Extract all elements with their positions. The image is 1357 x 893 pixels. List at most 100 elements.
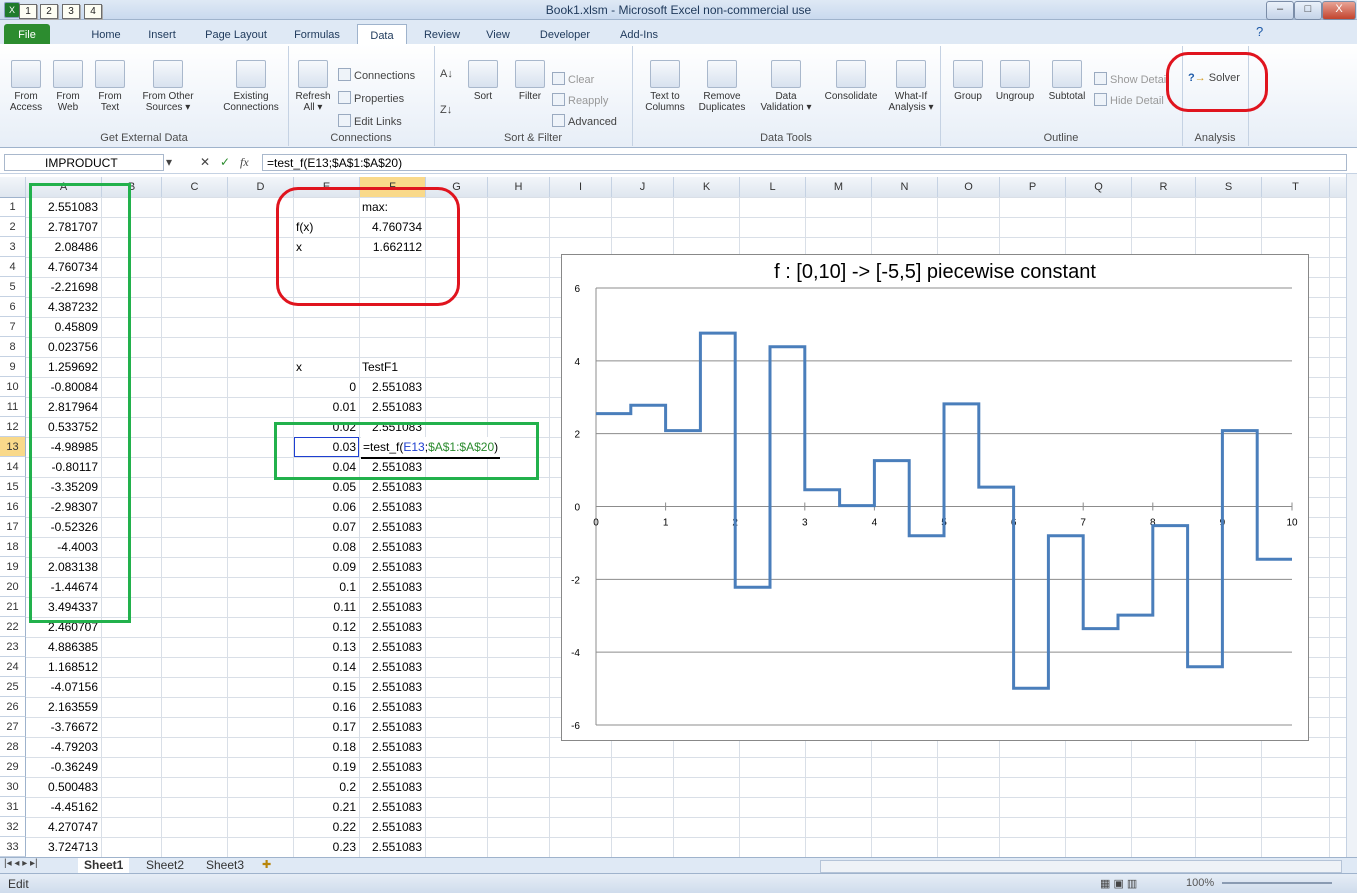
clear-button[interactable]: Clear <box>552 72 594 86</box>
cell-a27[interactable]: -3.76672 <box>28 717 98 737</box>
refresh-all-button[interactable]: Refresh All ▾ <box>292 60 334 113</box>
cell-f17[interactable]: 2.551083 <box>362 517 422 537</box>
row-header-24[interactable]: 24 <box>0 657 26 677</box>
column-header-j[interactable]: J <box>612 177 674 197</box>
column-header-p[interactable]: P <box>1000 177 1066 197</box>
cell-f26[interactable]: 2.551083 <box>362 697 422 717</box>
row-header-2[interactable]: 2 <box>0 217 26 237</box>
vertical-scrollbar[interactable] <box>1346 174 1357 857</box>
cell-f24[interactable]: 2.551083 <box>362 657 422 677</box>
column-header-s[interactable]: S <box>1196 177 1262 197</box>
text-to-columns-button[interactable]: Text to Columns <box>640 60 690 113</box>
existing-connections-button[interactable]: Existing Connections <box>218 60 284 113</box>
cell-e21[interactable]: 0.11 <box>296 597 356 617</box>
cell-a32[interactable]: 4.270747 <box>28 817 98 837</box>
from-other-sources-button[interactable]: From Other Sources ▾ <box>136 60 200 113</box>
cell-a28[interactable]: -4.79203 <box>28 737 98 757</box>
remove-duplicates-button[interactable]: Remove Duplicates <box>694 60 750 113</box>
row-header-26[interactable]: 26 <box>0 697 26 717</box>
column-header-o[interactable]: O <box>938 177 1000 197</box>
row-header-12[interactable]: 12 <box>0 417 26 437</box>
insert-function-icon[interactable]: fx <box>240 155 249 170</box>
cancel-icon[interactable]: ✕ <box>200 155 210 169</box>
cell-e32[interactable]: 0.22 <box>296 817 356 837</box>
zoom-slider[interactable] <box>1222 882 1332 884</box>
tab-formulas[interactable]: Formulas <box>290 24 344 44</box>
tab-developer[interactable]: Developer <box>534 24 596 44</box>
cell-f31[interactable]: 2.551083 <box>362 797 422 817</box>
edit-links-button[interactable]: Edit Links <box>338 114 402 128</box>
subtotal-button[interactable]: Subtotal <box>1044 60 1090 102</box>
row-header-29[interactable]: 29 <box>0 757 26 777</box>
row-header-4[interactable]: 4 <box>0 257 26 277</box>
row-header-19[interactable]: 19 <box>0 557 26 577</box>
row-header-27[interactable]: 27 <box>0 717 26 737</box>
cell-f33[interactable]: 2.551083 <box>362 837 422 857</box>
ungroup-button[interactable]: Ungroup <box>990 60 1040 102</box>
tab-file[interactable]: File <box>4 24 50 44</box>
name-box-dropdown-icon[interactable]: ▾ <box>166 155 172 169</box>
row-header-16[interactable]: 16 <box>0 497 26 517</box>
row-header-28[interactable]: 28 <box>0 737 26 757</box>
zoom-level[interactable]: 100% <box>1186 877 1214 889</box>
cell-e15[interactable]: 0.05 <box>296 477 356 497</box>
cell-f21[interactable]: 2.551083 <box>362 597 422 617</box>
cell-e33[interactable]: 0.23 <box>296 837 356 857</box>
tab-add-ins[interactable]: Add-Ins <box>614 24 664 44</box>
cell-f30[interactable]: 2.551083 <box>362 777 422 797</box>
column-header-h[interactable]: H <box>488 177 550 197</box>
cell-f28[interactable]: 2.551083 <box>362 737 422 757</box>
sort-button[interactable]: Sort <box>464 60 502 102</box>
row-header-1[interactable]: 1 <box>0 197 26 217</box>
cell-a23[interactable]: 4.886385 <box>28 637 98 657</box>
cell-a26[interactable]: 2.163559 <box>28 697 98 717</box>
tab-home[interactable]: Home <box>86 24 126 44</box>
sheet-tab-sheet2[interactable]: Sheet2 <box>140 858 190 873</box>
cell-e23[interactable]: 0.13 <box>296 637 356 657</box>
close-window-button[interactable]: X <box>1322 1 1356 20</box>
column-header-l[interactable]: L <box>740 177 806 197</box>
tab-page-layout[interactable]: Page Layout <box>200 24 272 44</box>
row-header-31[interactable]: 31 <box>0 797 26 817</box>
column-header-i[interactable]: I <box>550 177 612 197</box>
row-header-10[interactable]: 10 <box>0 377 26 397</box>
insert-sheet-icon[interactable]: ✚ <box>262 858 271 871</box>
cell-f25[interactable]: 2.551083 <box>362 677 422 697</box>
cell-f29[interactable]: 2.551083 <box>362 757 422 777</box>
cell-f23[interactable]: 2.551083 <box>362 637 422 657</box>
row-header-33[interactable]: 33 <box>0 837 26 857</box>
what-if-analysis-button[interactable]: What-If Analysis ▾ <box>886 60 936 113</box>
row-header-11[interactable]: 11 <box>0 397 26 417</box>
cell-a25[interactable]: -4.07156 <box>28 677 98 697</box>
horizontal-scrollbar[interactable] <box>820 860 1342 873</box>
cell-e26[interactable]: 0.16 <box>296 697 356 717</box>
piecewise-constant-chart[interactable]: f : [0,10] -> [-5,5] piecewise constant 6… <box>561 254 1309 741</box>
show-detail-button[interactable]: Show Detail <box>1094 72 1169 86</box>
cell-a33[interactable]: 3.724713 <box>28 837 98 857</box>
cell-f9-header-testf1[interactable]: TestF1 <box>362 357 422 377</box>
cell-e24[interactable]: 0.14 <box>296 657 356 677</box>
cell-a24[interactable]: 1.168512 <box>28 657 98 677</box>
column-header-m[interactable]: M <box>806 177 872 197</box>
sheet-tab-sheet3[interactable]: Sheet3 <box>200 858 250 873</box>
row-header-30[interactable]: 30 <box>0 777 26 797</box>
cell-f27[interactable]: 2.551083 <box>362 717 422 737</box>
row-header-21[interactable]: 21 <box>0 597 26 617</box>
reapply-button[interactable]: Reapply <box>552 93 608 107</box>
tab-data[interactable]: Data <box>357 24 407 45</box>
cell-e25[interactable]: 0.15 <box>296 677 356 697</box>
cell-e20[interactable]: 0.1 <box>296 577 356 597</box>
cell-a30[interactable]: 0.500483 <box>28 777 98 797</box>
row-header-17[interactable]: 17 <box>0 517 26 537</box>
cell-e19[interactable]: 0.09 <box>296 557 356 577</box>
minimize-button[interactable]: – <box>1266 1 1294 20</box>
cell-e17[interactable]: 0.07 <box>296 517 356 537</box>
hide-detail-button[interactable]: Hide Detail <box>1094 93 1164 107</box>
filter-button[interactable]: Filter <box>510 60 550 102</box>
from-text-button[interactable]: From Text <box>90 60 130 113</box>
row-header-8[interactable]: 8 <box>0 337 26 357</box>
row-header-6[interactable]: 6 <box>0 297 26 317</box>
cell-f10[interactable]: 2.551083 <box>362 377 422 397</box>
connections-button[interactable]: Connections <box>338 68 415 82</box>
cell-e9-header-x[interactable]: x <box>296 357 356 377</box>
